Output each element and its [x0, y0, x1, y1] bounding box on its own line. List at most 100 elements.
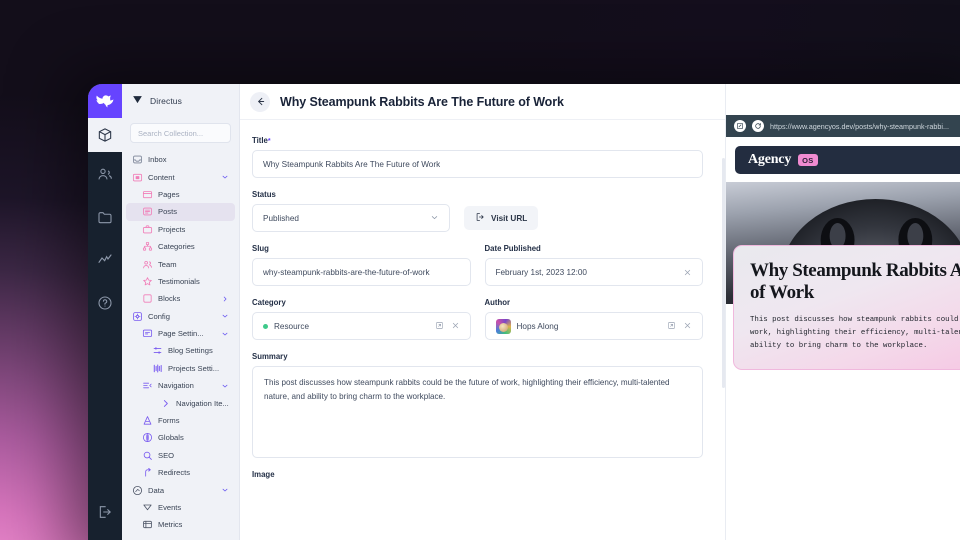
main-header: Why Steampunk Rabbits Are The Future of …	[240, 84, 725, 120]
chevron-down-icon[interactable]	[221, 173, 229, 181]
preview-url[interactable]: https://www.agencyos.dev/posts/why-steam…	[770, 122, 960, 131]
field-date-published-label: Date Published	[484, 244, 541, 253]
directus-logo[interactable]	[88, 84, 122, 118]
chevron-down-icon[interactable]	[221, 486, 229, 494]
sidebar-item-label: Posts	[158, 207, 177, 217]
close-icon	[684, 269, 691, 275]
sidebar-item-data[interactable]: Data	[126, 481, 235, 498]
sidebar-item-categories[interactable]: Categories	[126, 238, 235, 255]
edit-preview-button[interactable]	[734, 120, 746, 132]
collection-sidebar: Directus Search Collection... Inbox Conte…	[122, 84, 240, 540]
visit-url-button[interactable]: Visit URL	[464, 206, 539, 230]
open-category-button[interactable]	[435, 321, 444, 332]
sidebar-item-metrics[interactable]: Metrics	[126, 516, 235, 533]
sidebar-item-globals[interactable]: Globals	[126, 429, 235, 446]
field-slug-label: Slug	[252, 244, 269, 253]
sidebar-item-projects-setti[interactable]: Projects Setti...	[126, 360, 235, 377]
status-select[interactable]: Published	[252, 204, 450, 232]
blocks-icon	[142, 293, 153, 304]
sidebar-item-events[interactable]: Events	[126, 499, 235, 516]
chevron-down-icon[interactable]	[221, 330, 229, 338]
sidebar-item-team[interactable]: Team	[126, 255, 235, 272]
clear-category-button[interactable]	[451, 321, 460, 332]
sidebar-item-label: Navigation Ite...	[176, 398, 229, 408]
sidebar-item-projects[interactable]: Projects	[126, 221, 235, 238]
sidebar-item-seo[interactable]: SEO	[126, 447, 235, 464]
rail-item-insights-module[interactable]	[88, 238, 122, 281]
globe-icon	[142, 432, 153, 443]
sidebar-item-blocks[interactable]: Blocks	[126, 290, 235, 307]
search-collection-input[interactable]: Search Collection...	[130, 123, 231, 143]
sidebar-item-testimonials[interactable]: Testimonials	[126, 273, 235, 290]
sidebar-item-posts[interactable]: Posts	[126, 203, 235, 221]
collection-list: Inbox Content Pages Posts Projects Categories…	[122, 149, 239, 540]
clear-date-button[interactable]	[683, 268, 692, 277]
category-input[interactable]: Resource	[252, 312, 471, 340]
chevron-down-icon[interactable]	[221, 312, 229, 320]
external-link-icon	[475, 212, 485, 224]
row-status: Status Published Visit URL	[252, 190, 703, 244]
sidebar-item-config[interactable]: Config	[126, 308, 235, 325]
pages-icon	[142, 189, 153, 200]
rail-item-users-module[interactable]	[88, 152, 122, 195]
sidebar-item-navigation[interactable]: Navigation	[126, 377, 235, 394]
author-value: Hops Along	[516, 321, 559, 331]
sidebar-item-page-settin[interactable]: Page Settin...	[126, 325, 235, 342]
title-value: Why Steampunk Rabbits Are The Future of …	[263, 159, 441, 169]
clear-author-button[interactable]	[683, 321, 692, 332]
chevron-right-icon	[160, 398, 171, 409]
field-image-label: Image	[252, 470, 275, 479]
field-author-label: Author	[484, 298, 511, 307]
author-input[interactable]: Hops Along	[484, 312, 703, 340]
sidebar-item-content[interactable]: Content	[126, 168, 235, 185]
item-form: Title* Why Steampunk Rabbits Are The Fut…	[240, 120, 725, 540]
sidebar-item-label: Projects Setti...	[168, 363, 220, 373]
equalizer-icon	[152, 363, 163, 374]
rail-item-content-module[interactable]	[88, 118, 122, 152]
field-status: Status Published	[252, 190, 450, 232]
chevron-right-icon[interactable]	[221, 295, 229, 303]
rail-item-signout[interactable]	[88, 490, 122, 533]
sidebar-item-label: Data	[148, 485, 165, 495]
sidebar-item-label: Blog Settings	[168, 346, 213, 356]
open-author-button[interactable]	[667, 321, 676, 332]
sidebar-item-inbox[interactable]: Inbox	[126, 151, 235, 168]
sidebar-item-label: Testimonials	[158, 276, 200, 286]
sidebar-item-label: Categories	[158, 242, 195, 252]
sidebar-item-pages[interactable]: Pages	[126, 186, 235, 203]
status-value: Published	[263, 213, 299, 223]
field-summary-label: Summary	[252, 352, 288, 361]
preview-summary: This post discusses how steampunk rabbit…	[750, 315, 960, 350]
close-icon	[452, 322, 458, 328]
preview-toolbar	[726, 84, 960, 115]
refresh-preview-button[interactable]	[752, 120, 764, 132]
rail-item-settings-module[interactable]	[88, 533, 122, 540]
edit-icon	[737, 123, 743, 129]
summary-textarea[interactable]: This post discusses how steampunk rabbit…	[252, 366, 703, 458]
preview-headline: Why Steampunk Rabbits Are The Future of …	[750, 260, 960, 304]
title-input[interactable]: Why Steampunk Rabbits Are The Future of …	[252, 150, 703, 178]
sidebar-item-forms[interactable]: Forms	[126, 412, 235, 429]
field-date-published: Date Published February 1st, 2023 12:00	[484, 244, 703, 286]
back-button[interactable]	[250, 91, 270, 112]
search-circle-icon	[142, 450, 153, 461]
sidebar-item-navigation-ite[interactable]: Navigation Ite...	[126, 394, 235, 411]
search-collection-placeholder: Search Collection...	[138, 128, 204, 138]
field-category: Category Resource	[252, 298, 471, 340]
date-published-input[interactable]: February 1st, 2023 12:00	[484, 258, 703, 286]
sidebar-item-label: Config	[148, 311, 170, 321]
forms-icon	[142, 415, 153, 426]
sidebar-item-label: Pages	[158, 189, 180, 199]
sidebar-item-redirects[interactable]: Redirects	[126, 464, 235, 481]
project-logo-icon	[132, 92, 143, 110]
rail-item-files-module[interactable]	[88, 195, 122, 238]
chevron-down-icon[interactable]	[221, 382, 229, 390]
sidebar-item-label: Metrics	[158, 520, 183, 530]
rail-item-docs-module[interactable]	[88, 281, 122, 324]
field-slug: Slug why-steampunk-rabbits-are-the-futur…	[252, 244, 471, 286]
sidebar-item-blog-settings[interactable]: Blog Settings	[126, 342, 235, 359]
category-value: Resource	[274, 321, 310, 331]
field-author: Author Hops Along	[484, 298, 703, 340]
directus-app-window: Directus Search Collection... Inbox Conte…	[88, 84, 960, 540]
slug-input[interactable]: why-steampunk-rabbits-are-the-future-of-…	[252, 258, 471, 286]
